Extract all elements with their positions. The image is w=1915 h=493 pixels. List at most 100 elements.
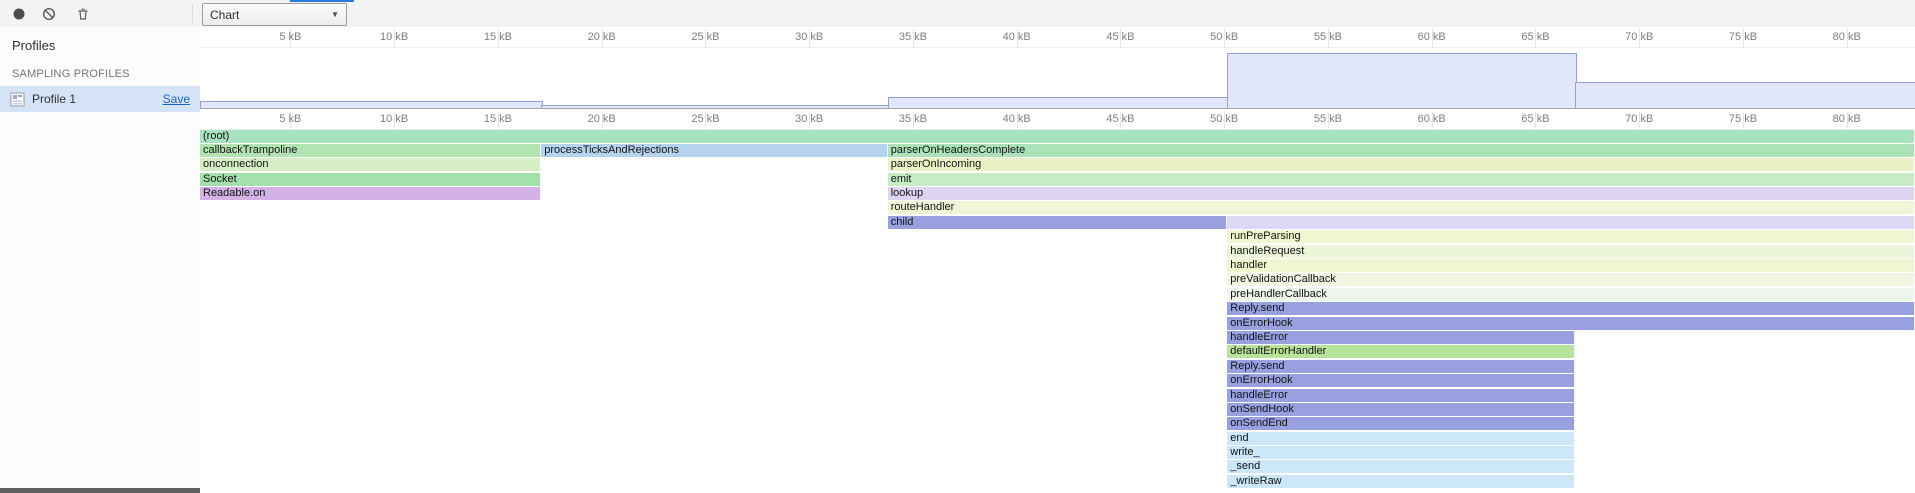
ruler-tick-label: 35 kB: [899, 113, 927, 125]
flame-chart-area: 5 kB 10 kB 15 kB 20 kB 25 kB 30 kB 35 kB 40 kB 4…: [200, 27, 1915, 493]
ruler-tick-label: 30 kB: [795, 31, 823, 43]
flame-bar-handler[interactable]: handler: [1227, 259, 1915, 272]
ruler-tick-label: 15 kB: [484, 113, 512, 125]
overview-segment: [200, 101, 543, 108]
profile-name: Profile 1: [32, 92, 76, 106]
flame-row: runPreParsing: [200, 230, 1915, 244]
flame-bar-routehandler[interactable]: routeHandler: [888, 201, 1915, 214]
ruler-tick-label: 80 kB: [1833, 31, 1861, 43]
flame-bar-callbacktrampoline[interactable]: callbackTrampoline: [200, 144, 541, 157]
ruler-tick-label: 75 kB: [1729, 31, 1757, 43]
ruler-tick-label: 65 kB: [1521, 31, 1549, 43]
ruler-tick-label: 10 kB: [380, 31, 408, 43]
flame-row: (root): [200, 129, 1915, 143]
flame-bar-lookup[interactable]: lookup: [888, 187, 1915, 200]
delete-profile-button[interactable]: [70, 3, 96, 24]
flame-bar-prevalidationcallback[interactable]: preValidationCallback: [1227, 273, 1915, 286]
flame-bar-writeraw[interactable]: _writeRaw: [1227, 475, 1575, 488]
flame-bar-child[interactable]: child: [888, 216, 1228, 229]
flame-bar-parseronheaderscomplete[interactable]: parserOnHeadersComplete: [888, 144, 1915, 157]
ruler-tick-label: 30 kB: [795, 113, 823, 125]
flame-bar-handleerror[interactable]: handleError: [1227, 389, 1575, 402]
ruler-tick-label: 20 kB: [588, 113, 616, 125]
flame-bar-send[interactable]: _send: [1227, 460, 1575, 473]
view-mode-select[interactable]: Chart ▼: [202, 3, 347, 26]
flame-row: Reply.send: [200, 359, 1915, 373]
flame-bar-emit[interactable]: emit: [888, 173, 1915, 186]
flame-bar-end[interactable]: end: [1227, 432, 1575, 445]
active-tab-indicator: [290, 0, 354, 2]
flame-row: routeHandler: [200, 201, 1915, 215]
ruler-tick-label: 55 kB: [1314, 113, 1342, 125]
flame-bar-socket[interactable]: Socket: [200, 173, 541, 186]
flame-bar-handleerror[interactable]: handleError: [1227, 331, 1575, 344]
toolbar: Chart ▼: [0, 0, 1915, 28]
bottom-edge-strip: [0, 488, 200, 493]
ruler-tick-label: 25 kB: [691, 113, 719, 125]
toolbar-separator: [192, 4, 193, 23]
flame-bar-reply-send[interactable]: Reply.send: [1227, 302, 1915, 315]
flame-ruler[interactable]: 5 kB10 kB15 kB20 kB25 kB30 kB35 kB40 kB4…: [200, 109, 1915, 130]
flame-bar-handlerequest[interactable]: handleRequest: [1227, 245, 1915, 258]
overview-segment: [888, 97, 1230, 108]
ruler-tick-label: 45 kB: [1106, 31, 1134, 43]
view-mode-value: Chart: [210, 8, 239, 22]
flame-bar-onerrorhook[interactable]: onErrorHook: [1227, 317, 1915, 330]
ruler-tick-label: 40 kB: [1003, 31, 1031, 43]
flame-row: _send: [200, 460, 1915, 474]
ruler-tick-label: 70 kB: [1625, 31, 1653, 43]
flame-row: onErrorHook: [200, 374, 1915, 388]
ruler-tick-label: 80 kB: [1833, 113, 1861, 125]
flame-bar-prehandlercallback[interactable]: preHandlerCallback: [1227, 288, 1915, 301]
overview-band[interactable]: [200, 48, 1915, 109]
ruler-tick-label: 75 kB: [1729, 113, 1757, 125]
profiles-heading: Profiles: [0, 27, 200, 61]
ruler-tick-label: 60 kB: [1418, 113, 1446, 125]
flame-row: Readable.on lookup: [200, 187, 1915, 201]
flame-row: end: [200, 431, 1915, 445]
trash-icon: [76, 7, 90, 21]
overview-segment: [1575, 82, 1915, 108]
profile-icon: [10, 92, 25, 107]
flame-bar-readable-on[interactable]: Readable.on: [200, 187, 541, 200]
flame-row: _writeRaw: [200, 474, 1915, 488]
flame-bar-root[interactable]: (root): [200, 130, 1915, 143]
ruler-tick-label: 40 kB: [1003, 113, 1031, 125]
flame-row: onconnection parserOnIncoming: [200, 158, 1915, 172]
flame-bar-processticksandrejections[interactable]: processTicksAndRejections: [541, 144, 887, 157]
record-button[interactable]: [6, 3, 32, 24]
flame-bar[interactable]: [1227, 216, 1915, 229]
flame-rows: (root)callbackTrampolineprocessTicksAndR…: [200, 129, 1915, 493]
ruler-tick-label: 5 kB: [279, 31, 301, 43]
ruler-tick-label: 45 kB: [1106, 113, 1134, 125]
flame-bar-onconnection[interactable]: onconnection: [200, 158, 541, 171]
flame-bar-defaulterrorhandler[interactable]: defaultErrorHandler: [1227, 345, 1575, 358]
ruler-tick-label: 15 kB: [484, 31, 512, 43]
ruler-tick-label: 25 kB: [691, 31, 719, 43]
flame-bar-parseronincoming[interactable]: parserOnIncoming: [888, 158, 1915, 171]
record-circle-icon: [12, 7, 26, 21]
flame-row: preHandlerCallback: [200, 287, 1915, 301]
flame-row: callbackTrampolineprocessTicksAndRejecti…: [200, 143, 1915, 157]
flame-bar-onsendend[interactable]: onSendEnd: [1227, 417, 1575, 430]
ruler-tick-label: 50 kB: [1210, 31, 1238, 43]
flame-row: handleRequest: [200, 244, 1915, 258]
flame-row: write_: [200, 446, 1915, 460]
save-profile-link[interactable]: Save: [163, 92, 190, 106]
ruler-tick-label: 20 kB: [588, 31, 616, 43]
chevron-down-icon: ▼: [331, 10, 339, 19]
ruler-tick-label: 65 kB: [1521, 113, 1549, 125]
flame-bar-runpreparsing[interactable]: runPreParsing: [1227, 230, 1915, 243]
flame-row: preValidationCallback: [200, 273, 1915, 287]
flame-bar-onsendhook[interactable]: onSendHook: [1227, 403, 1575, 416]
flame-bar-write[interactable]: write_: [1227, 446, 1575, 459]
flame-row: onErrorHook: [200, 316, 1915, 330]
ruler-tick-label: 70 kB: [1625, 113, 1653, 125]
flame-bar-reply-send[interactable]: Reply.send: [1227, 360, 1575, 373]
overview-ruler[interactable]: 5 kB10 kB15 kB20 kB25 kB30 kB35 kB40 kB4…: [200, 27, 1915, 48]
sidebar-item-profile-1[interactable]: Profile 1 Save: [0, 86, 200, 112]
clear-profiles-button[interactable]: [36, 3, 62, 24]
flame-bar-onerrorhook[interactable]: onErrorHook: [1227, 374, 1575, 387]
flame-row: handler: [200, 259, 1915, 273]
flame-row: onSendHook: [200, 402, 1915, 416]
